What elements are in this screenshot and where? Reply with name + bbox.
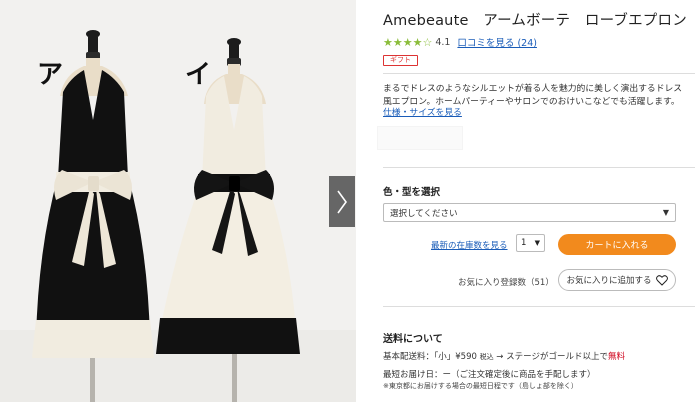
review-link[interactable]: 口コミを見る (24) <box>457 35 537 49</box>
favorite-count: お気に入り登録数（51） <box>458 278 554 288</box>
variant-label-a: ア <box>37 60 64 90</box>
shipping-fee-line: 基本配送料：「小」¥590 税込 → ステージがゴールド以上で無料 <box>383 350 625 362</box>
product-image-gallery: ア イ <box>0 0 356 402</box>
variant-select-heading: 色・型を選択 <box>383 187 441 198</box>
quantity-select[interactable]: 1 ▼ <box>516 234 545 252</box>
product-title: Amebeaute アームボーテ ローブエプロン <box>383 13 687 29</box>
shipping-heading: 送料について <box>383 334 443 345</box>
divider <box>383 73 695 74</box>
variant-select[interactable]: 選択してください ▼ <box>383 203 676 222</box>
rating-value: 4.1 <box>435 36 451 48</box>
product-info-panel: Amebeaute アームボーテ ローブエプロン ★★★★☆ 4.1 口コミを見… <box>377 0 695 402</box>
free-shipping-label: 無料 <box>607 352 625 362</box>
divider <box>383 167 695 168</box>
shipping-fee-text: 基本配送料：「小」¥590 <box>383 352 477 362</box>
caret-down-icon: ▼ <box>534 239 540 247</box>
gallery-next-button[interactable] <box>329 176 355 227</box>
variant-label-i: イ <box>185 60 212 90</box>
gift-badge: ギフト <box>383 55 418 66</box>
stock-check-link[interactable]: 最新の在庫数を見る <box>431 239 508 251</box>
rating-row: ★★★★☆ 4.1 口コミを見る (24) <box>383 35 537 50</box>
tax-included-label: 税込 <box>479 353 494 361</box>
delivery-date-line: 最短お届け日：ー（ご注文確定後に商品を手配します） <box>383 370 596 380</box>
heart-icon <box>655 274 668 286</box>
size-spec-link[interactable]: 仕様・サイズを見る <box>383 105 462 118</box>
chevron-right-icon <box>337 190 347 213</box>
add-to-cart-button[interactable]: カートに入れる <box>558 234 676 255</box>
variant-select-value: 選択してください <box>390 208 458 219</box>
delivery-note: ※東京都にお届けする場合の最短日程です（島しょ部を除く） <box>383 382 578 390</box>
rating-stars: ★★★★☆ <box>383 35 433 49</box>
shipping-condition-text: → ステージがゴールド以上で <box>496 352 608 362</box>
add-to-favorites-button[interactable]: お気に入りに追加する <box>558 269 676 291</box>
placeholder-box <box>377 126 463 150</box>
caret-down-icon: ▼ <box>662 208 669 217</box>
quantity-value: 1 <box>521 238 527 248</box>
divider <box>383 306 695 307</box>
add-to-favorites-label: お気に入りに追加する <box>566 276 652 286</box>
